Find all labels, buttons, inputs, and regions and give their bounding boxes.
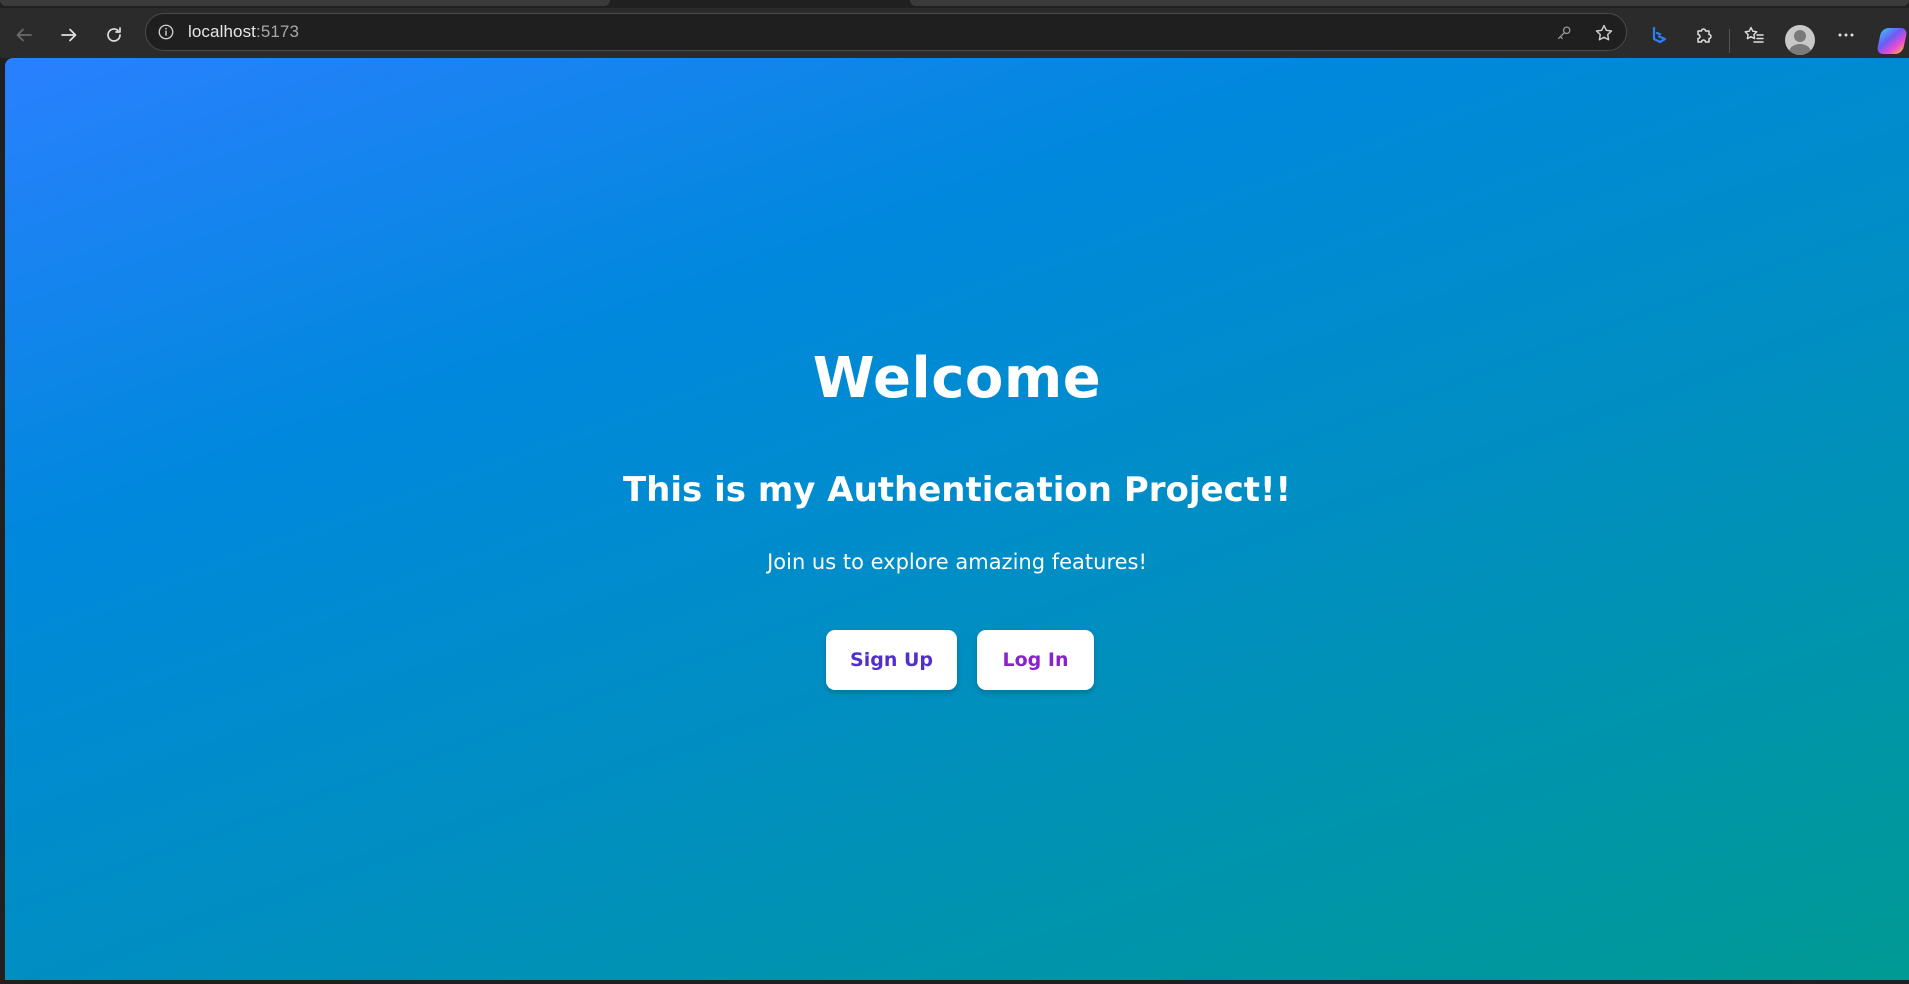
more-icon[interactable]: [1830, 19, 1862, 51]
address-bar[interactable]: localhost:5173: [145, 13, 1627, 51]
page-title: Welcome: [812, 346, 1102, 411]
browser-toolbar: localhost:5173: [0, 8, 1909, 58]
login-button[interactable]: Log In: [977, 630, 1094, 690]
refresh-button[interactable]: [98, 19, 130, 51]
profile-avatar[interactable]: [1785, 25, 1815, 55]
star-icon[interactable]: [1592, 21, 1616, 45]
copilot-icon[interactable]: [1876, 28, 1908, 54]
toolbar-divider: [1729, 29, 1730, 53]
signup-button[interactable]: Sign Up: [826, 630, 957, 690]
tagline: Join us to explore amazing features!: [767, 550, 1147, 574]
key-icon[interactable]: [1552, 21, 1576, 45]
refresh-icon: [107, 27, 121, 42]
info-icon[interactable]: [156, 22, 176, 42]
forward-button[interactable]: [53, 19, 85, 51]
favorites-icon[interactable]: [1738, 19, 1770, 51]
hero-section: Welcome This is my Authentication Projec…: [5, 58, 1909, 980]
puzzle-icon[interactable]: [1688, 19, 1720, 51]
back-button[interactable]: [8, 19, 40, 51]
avatar-body: [1789, 44, 1811, 55]
url-text[interactable]: localhost:5173: [188, 22, 299, 42]
tab[interactable]: [0, 0, 610, 6]
bing-icon[interactable]: [1643, 19, 1675, 51]
page-subtitle: This is my Authentication Project!!: [622, 470, 1291, 510]
back-arrow-icon: [16, 28, 32, 42]
page-viewport: Welcome This is my Authentication Projec…: [5, 58, 1909, 980]
url-port: :5173: [256, 22, 300, 41]
avatar-head: [1794, 30, 1806, 42]
forward-arrow-icon: [61, 28, 77, 42]
tab[interactable]: [910, 0, 1909, 6]
tab-strip: [0, 0, 1909, 8]
url-host: localhost: [188, 22, 256, 41]
